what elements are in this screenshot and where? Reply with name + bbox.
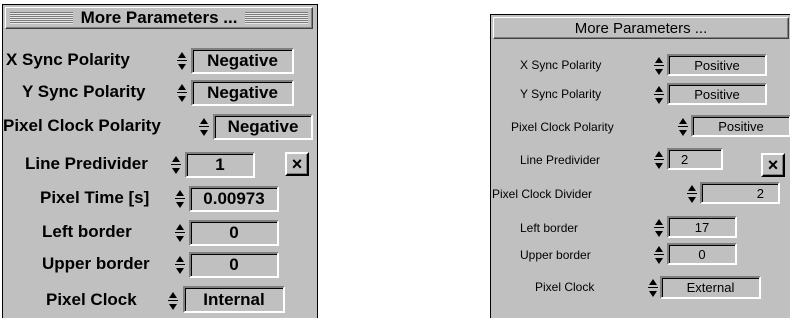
left-border-spinner[interactable] [654,217,664,239]
pixel-time-label: Pixel Time [s] [40,188,150,207]
pixel-clock-polarity-field[interactable]: Negative [213,114,313,140]
x-sync-polarity-field[interactable]: Negative [191,48,294,74]
y-sync-polarity-spinner[interactable] [177,82,187,104]
x-sync-polarity-label: X Sync Polarity [6,50,130,69]
panel-header[interactable]: More Parameters ... [5,7,313,29]
x-sync-polarity-spinner[interactable] [177,50,187,72]
y-sync-polarity-label: Y Sync Polarity [520,87,602,101]
line-predivider-label: Line Predivider [25,154,148,173]
close-icon[interactable]: × [761,153,785,177]
pixel-clock-divider-label: Pixel Clock Divider [492,187,593,201]
x-sync-polarity-spinner[interactable] [654,55,664,77]
line-predivider-spinner[interactable] [171,154,181,176]
y-sync-polarity-spinner[interactable] [654,84,664,106]
y-sync-polarity-label: Y Sync Polarity [22,82,146,101]
pixel-clock-polarity-spinner[interactable] [678,116,688,138]
title-hatch-right [245,12,309,24]
pixel-clock-polarity-field[interactable]: Positive [691,115,790,137]
upper-border-label: Upper border [520,248,591,262]
panel-title: More Parameters ... [574,19,708,37]
pixel-clock-field[interactable]: External [660,276,761,299]
x-sync-polarity-field[interactable]: Positive [667,54,767,76]
upper-border-field[interactable]: 0 [667,243,737,265]
pixel-clock-label: Pixel Clock [46,290,137,309]
y-sync-polarity-field[interactable]: Negative [191,80,294,106]
left-border-field[interactable]: 17 [667,216,737,238]
line-predivider-spinner[interactable] [654,149,664,171]
panel-header[interactable]: More Parameters ... [493,17,789,39]
line-predivider-field[interactable]: 2 [667,148,723,170]
pixel-clock-divider-field[interactable]: 2 [700,182,780,204]
x-sync-polarity-label: X Sync Polarity [520,58,602,72]
pixel-clock-spinner[interactable] [648,277,658,299]
line-predivider-label: Line Predivider [520,153,601,167]
parameters-panel-right: More Parameters ... X Sync Polarity Posi… [490,14,790,318]
y-sync-polarity-field[interactable]: Positive [667,83,767,105]
left-border-field[interactable]: 0 [189,220,279,246]
upper-border-spinner[interactable] [175,254,185,276]
pixel-time-spinner[interactable] [175,188,185,210]
left-border-label: Left border [42,222,132,241]
left-border-label: Left border [520,221,579,235]
upper-border-spinner[interactable] [654,244,664,266]
title-hatch-left [10,12,73,24]
pixel-clock-divider-spinner[interactable] [687,183,697,205]
line-predivider-field[interactable]: 1 [185,152,255,178]
pixel-clock-label: Pixel Clock [535,280,595,294]
pixel-clock-polarity-label: Pixel Clock Polarity [511,120,614,134]
left-border-spinner[interactable] [175,222,185,244]
pixel-time-field[interactable]: 0.00973 [189,186,279,212]
parameters-panel-left: More Parameters ... X Sync Polarity Nega… [2,4,318,318]
upper-border-field[interactable]: 0 [189,252,279,278]
close-icon[interactable]: × [285,152,309,176]
pixel-clock-field[interactable]: Internal [183,286,285,313]
upper-border-label: Upper border [42,254,150,273]
pixel-clock-spinner[interactable] [168,290,178,312]
pixel-clock-polarity-label: Pixel Clock Polarity [3,116,161,135]
panel-title: More Parameters ... [80,8,238,27]
pixel-clock-polarity-spinner[interactable] [199,116,209,138]
